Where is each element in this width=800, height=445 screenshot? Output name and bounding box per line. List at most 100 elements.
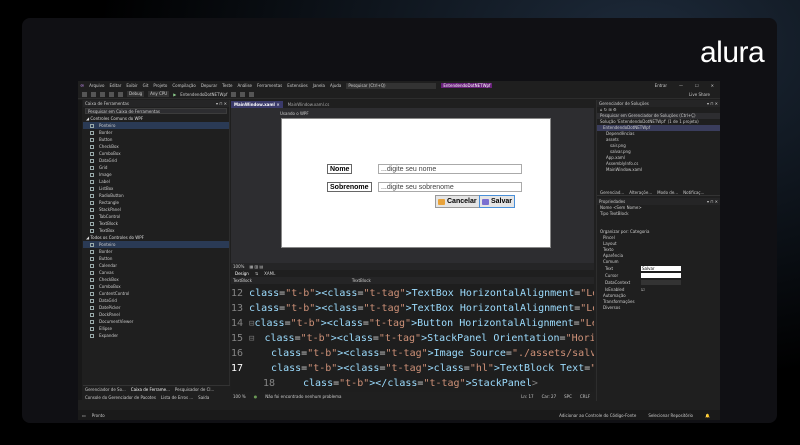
toolbox-item[interactable]: StackPanel [83, 206, 229, 213]
problems-message[interactable]: Não foi encontrado nenhum problema [265, 394, 341, 399]
name-textbox[interactable]: ...digite seu nome [378, 164, 522, 174]
tab-xaml[interactable]: XAML [264, 271, 275, 276]
maximize-icon[interactable]: ☐ [695, 83, 699, 88]
checkbox-icon[interactable]: ☑ [641, 287, 645, 292]
save-button[interactable]: Salvar [479, 195, 516, 208]
toolbox-item[interactable]: Ponteiro [83, 122, 229, 129]
toolbox-item[interactable]: TextBox [83, 227, 229, 234]
toolbox-item[interactable]: RadioButton [83, 192, 229, 199]
toolbox-item[interactable]: Ponteiro [83, 241, 229, 248]
toolbox-item[interactable]: ContentControl [83, 290, 229, 297]
tab-toolbox[interactable]: Caixa de Ferrame... [131, 386, 170, 394]
prop-text-value[interactable]: Salvar [641, 266, 681, 271]
tab-mainwindow-cs[interactable]: MainWindow.xaml.cs [285, 101, 333, 108]
toolbox-item[interactable]: Expander [83, 332, 229, 339]
xaml-code-editor[interactable]: 12 class="t-b"><class="t-tag">TextBox Hor… [231, 284, 594, 392]
toolbox-item[interactable]: Ellipse [83, 325, 229, 332]
notification-bell-icon[interactable]: 🔔 [705, 413, 710, 418]
toolbox-item[interactable]: DataGrid [83, 297, 229, 304]
menu-projeto[interactable]: Projeto [153, 83, 167, 88]
forward-icon[interactable] [91, 91, 96, 97]
toolbox-item[interactable]: ComboBox [83, 150, 229, 157]
hot-reload-icon[interactable] [240, 91, 246, 97]
platform-select[interactable]: Any CPU [148, 91, 170, 97]
swap-icon[interactable]: ⇅ [255, 271, 258, 276]
tab-solution-explorer[interactable]: Gerenciador de So... [85, 386, 126, 394]
save-icon[interactable] [109, 91, 114, 97]
menu-ajuda[interactable]: Ajuda [330, 83, 341, 88]
toolbox-item[interactable]: Border [83, 248, 229, 255]
menu-arquivo[interactable]: Arquivo [89, 83, 104, 88]
menu-teste[interactable]: Teste [222, 83, 232, 88]
minimize-icon[interactable]: — [679, 83, 683, 88]
toolbox-item[interactable]: Label [83, 178, 229, 185]
eol-indicator[interactable]: CRLF [580, 394, 594, 399]
prop-datacontext-value[interactable] [641, 280, 681, 285]
layout-icon[interactable] [249, 91, 255, 97]
toolbox-item[interactable]: TabControl [83, 213, 229, 220]
editor-zoom[interactable]: 100 % [233, 394, 246, 399]
toolbox-item[interactable]: CheckBox [83, 276, 229, 283]
tab-solution[interactable]: Gerenciad... [600, 189, 624, 195]
grid-icon[interactable]: ▦ ▥ ▤ [249, 264, 263, 269]
toolbox-item[interactable]: DataGrid [83, 157, 229, 164]
toolbox-item[interactable]: TextBlock [83, 220, 229, 227]
prop-name-value[interactable]: <Sem Nome> [613, 205, 642, 210]
tab-error-list[interactable]: Lista de Erros ... [161, 394, 193, 402]
toolbox-group-common[interactable]: ◢ Controles Comuns do WPF [83, 115, 229, 122]
toolbox-item[interactable]: Image [83, 171, 229, 178]
cat-misc[interactable]: Diversos [597, 305, 720, 311]
source-control-button[interactable]: Adicionar ao Controle do Código-Fonte [559, 413, 636, 418]
global-search-input[interactable]: Pesquisar (Ctrl+Q) [346, 82, 437, 89]
live-share-button[interactable]: Live Share [689, 92, 720, 97]
menu-compilacao[interactable]: Compilação [172, 83, 195, 88]
tab-class-explorer[interactable]: Pesquisador de Cl... [175, 386, 214, 394]
save-all-icon[interactable] [118, 91, 123, 97]
toolbox-item[interactable]: Calendar [83, 262, 229, 269]
toolbox-item[interactable]: ListBox [83, 185, 229, 192]
panel-pin-icon[interactable]: ▾ ⊓ ✕ [707, 198, 720, 205]
tab-changes[interactable]: Alteraçõe... [629, 189, 652, 195]
menu-ferramentas[interactable]: Ferramentas [257, 83, 282, 88]
tab-mainwindow-xaml[interactable]: MainWindow.xaml ✕ [231, 101, 283, 108]
tab-design[interactable]: Design [235, 271, 249, 276]
toolbox-group-all[interactable]: ◢ Todos os Controles do WPF [83, 234, 229, 241]
menu-extensoes[interactable]: Extensões [287, 83, 308, 88]
panel-pin-icon[interactable]: ▾ ⊓ ✕ [707, 100, 720, 107]
cancel-button[interactable]: Cancelar [435, 195, 480, 208]
run-target-button[interactable]: EntendendoDotNETWpf [180, 92, 227, 97]
menu-editar[interactable]: Editar [109, 83, 121, 88]
close-icon[interactable]: ✕ [711, 83, 714, 88]
menu-git[interactable]: Git [143, 83, 149, 88]
tab-notifications[interactable]: Notificaç... [683, 189, 704, 195]
toolbox-item[interactable]: DocumentViewer [83, 318, 229, 325]
menu-exibir[interactable]: Exibir [126, 83, 137, 88]
spacing-indicator[interactable]: SPC [564, 394, 572, 399]
debug-icon[interactable] [231, 91, 237, 97]
panel-pin-icon[interactable]: ▾ ⊓ ✕ [216, 100, 229, 107]
new-file-icon[interactable] [100, 91, 105, 97]
toolbox-search-input[interactable]: Pesquisar em Caixa de Ferramentas [85, 108, 227, 114]
select-repo-button[interactable]: Selecionar Repositório [648, 413, 693, 418]
toolbox-item[interactable]: Grid [83, 164, 229, 171]
toolbox-item[interactable]: ComboBox [83, 283, 229, 290]
prop-cursor-value[interactable] [641, 273, 681, 278]
back-icon[interactable] [82, 91, 87, 97]
config-select[interactable]: Debug [127, 91, 145, 97]
toolbox-item[interactable]: CheckBox [83, 143, 229, 150]
toolbox-item[interactable]: Rectangle [83, 199, 229, 206]
breadcrumb-left[interactable]: TextBlock [233, 278, 252, 283]
menu-analise[interactable]: Análise [238, 83, 253, 88]
surname-textbox[interactable]: ...digite seu sobrenome [378, 182, 522, 192]
toolbox-item[interactable]: DatePicker [83, 304, 229, 311]
menu-janela[interactable]: Janela [313, 83, 325, 88]
tab-output[interactable]: Saída [198, 394, 209, 402]
tab-package-console[interactable]: Console do Gerenciador de Pacotes [85, 394, 156, 402]
run-icon[interactable]: ▶ [173, 92, 176, 97]
toolbox-item[interactable]: Button [83, 136, 229, 143]
toolbox-item[interactable]: DockPanel [83, 311, 229, 318]
toolbox-item[interactable]: Canvas [83, 269, 229, 276]
designer-zoom[interactable]: 100% [233, 264, 244, 269]
breadcrumb-right[interactable]: TextBlock [352, 278, 371, 283]
toolbox-item[interactable]: Button [83, 255, 229, 262]
